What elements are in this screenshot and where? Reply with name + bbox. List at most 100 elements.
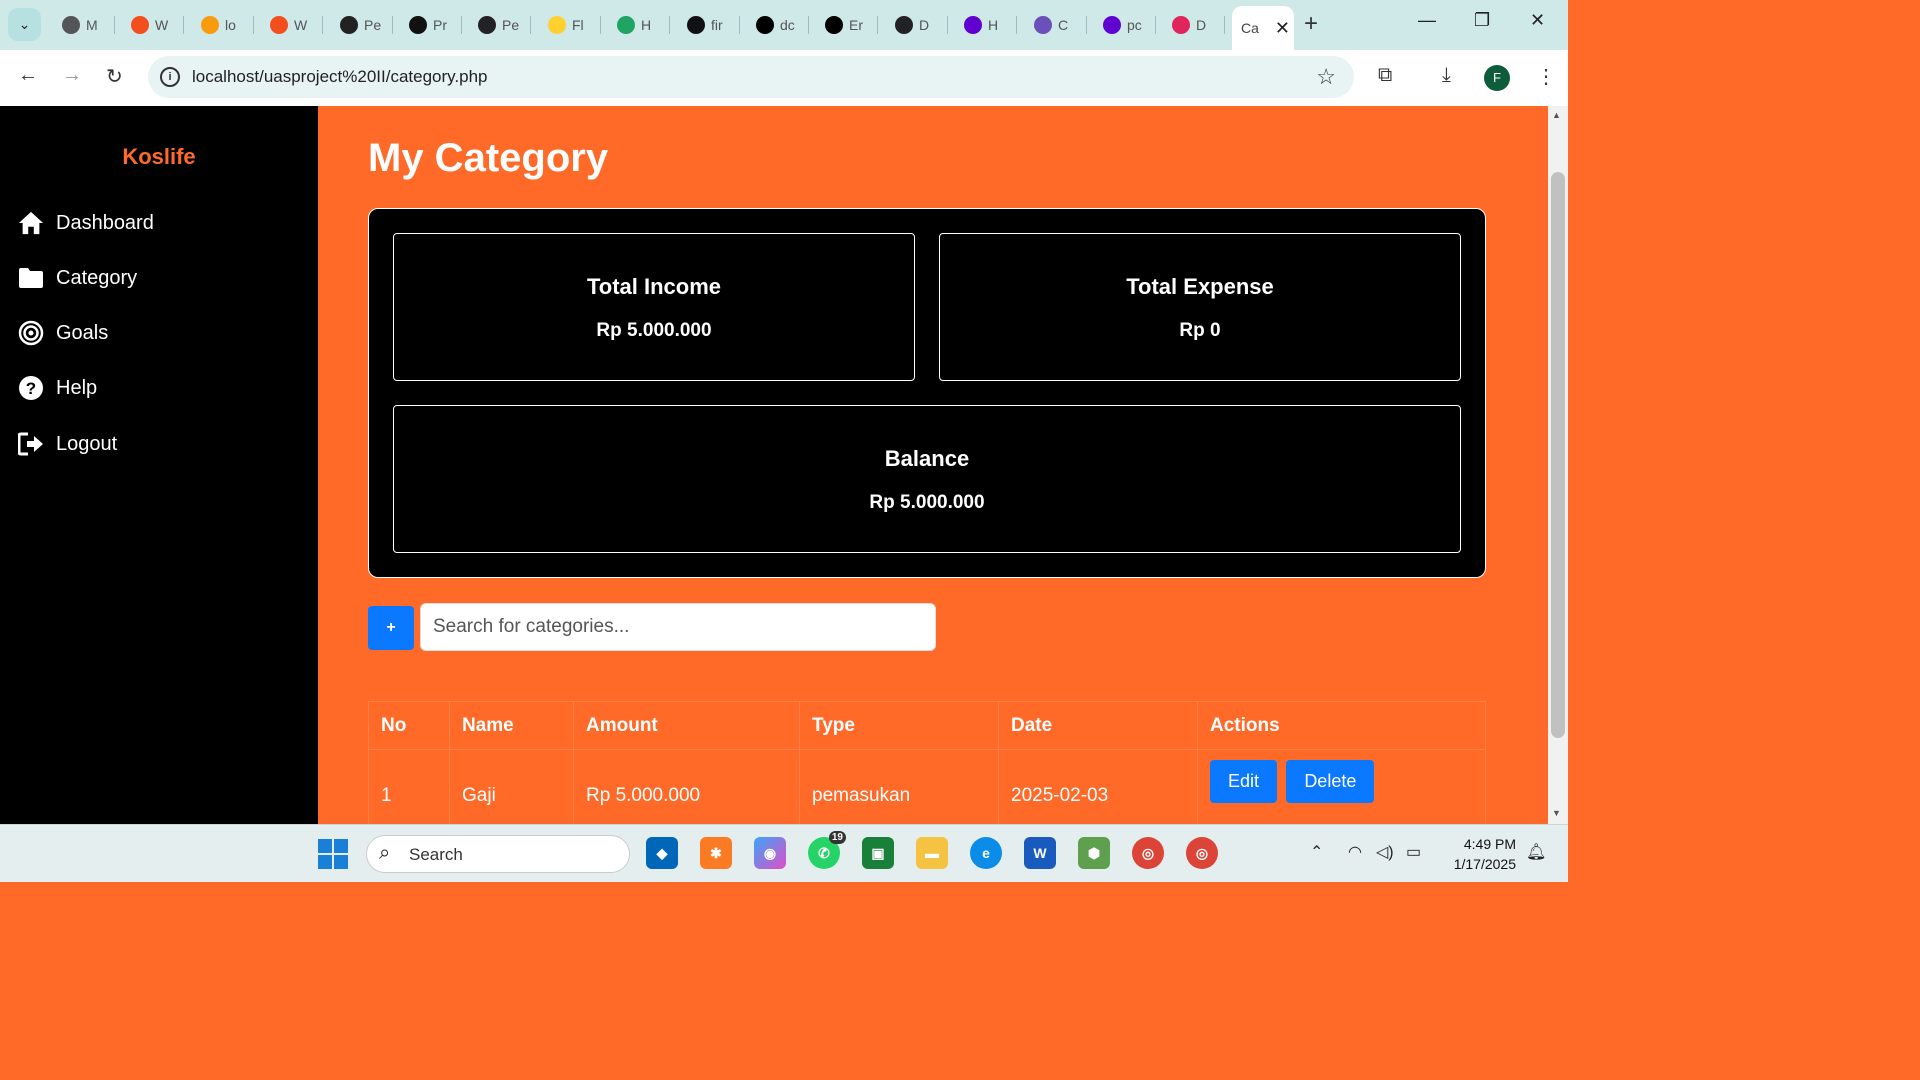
tab-search-button[interactable]: ⌄ [8, 8, 41, 41]
notification-bell-icon[interactable]: 🔔︎ [1526, 842, 1546, 862]
new-tab-button[interactable]: + [1304, 10, 1318, 38]
minimize-button[interactable]: — [1418, 10, 1436, 31]
extensions-icon[interactable]: ⧉ [1378, 64, 1392, 87]
edge-icon[interactable]: e [970, 837, 1002, 869]
sidebar-item-label: Help [56, 376, 98, 399]
classroom-icon[interactable]: ▣ [862, 837, 894, 869]
edit-button[interactable]: Edit [1210, 760, 1278, 803]
scroll-up-arrow-icon[interactable]: ▲ [1552, 110, 1561, 120]
browser-tab[interactable]: fir [677, 9, 723, 41]
tab-separator [669, 16, 670, 34]
taskbar-clock[interactable]: 4:49 PM 1/17/2025 [1440, 834, 1516, 874]
chrome-icon[interactable]: ◎ [1132, 837, 1164, 869]
tab-title: Pr [433, 17, 447, 33]
scroll-down-arrow-icon[interactable]: ▼ [1552, 808, 1561, 818]
active-tab-title: Ca [1241, 20, 1259, 36]
logout-icon [18, 431, 44, 457]
browser-tab[interactable]: pc [1093, 9, 1142, 41]
search-icon: ⌕ [379, 842, 391, 864]
address-bar[interactable]: i localhost/uasproject%20II/category.php… [148, 56, 1354, 98]
globe-icon [62, 16, 80, 34]
browser-tab[interactable]: D [1162, 9, 1206, 41]
tab-separator [530, 16, 531, 34]
close-window-button[interactable]: ✕ [1530, 10, 1545, 31]
menu-icon[interactable]: ⋮ [1536, 64, 1556, 89]
vscode-icon[interactable]: ◆ [646, 837, 678, 869]
tab-separator [253, 16, 254, 34]
xampp-icon[interactable]: ✱ [700, 837, 732, 869]
volume-icon[interactable]: ◁) [1376, 842, 1394, 862]
table-header-row: No Name Amount Type Date Actions [368, 701, 1486, 750]
tab-separator [1155, 16, 1156, 34]
tab-title: Er [849, 17, 863, 33]
clock-time: 4:49 PM [1463, 836, 1516, 852]
app-icon [1034, 16, 1052, 34]
windows-taskbar: ⌕ Search ◆ ✱ ◉ ✆ 19 ▣ ▬ e W ⬢ ◎ ◎ ⌃ ◠ ◁) … [0, 824, 1568, 882]
nodejs-icon[interactable]: ⬢ [1078, 837, 1110, 869]
cell-no: 1 [368, 749, 450, 824]
copilot-icon[interactable]: ◉ [754, 837, 786, 869]
sidebar-item-help[interactable]: ? Help [18, 375, 97, 401]
bookmark-star-icon[interactable]: ☆ [1316, 64, 1336, 90]
word-icon[interactable]: W [1024, 837, 1056, 869]
clock-date: 1/17/2025 [1453, 856, 1516, 872]
yahoo-icon [964, 16, 982, 34]
income-value: Rp 5.000.000 [596, 320, 712, 341]
download-icon[interactable]: ⤓ [1442, 64, 1451, 87]
notion-icon [409, 16, 427, 34]
tab-title: fir [711, 17, 723, 33]
delete-button[interactable]: Delete [1286, 760, 1375, 803]
codepen-icon [895, 16, 913, 34]
browser-tab[interactable]: dc [746, 9, 795, 41]
browser-tab[interactable]: W [260, 9, 307, 41]
whatsapp-icon[interactable]: ✆ 19 [808, 831, 846, 869]
taskbar-search[interactable]: ⌕ Search [366, 835, 630, 873]
taskbar-search-label: Search [409, 845, 463, 864]
page-scrollbar[interactable]: ▲ ▼ [1548, 106, 1568, 824]
profile-avatar[interactable]: F [1484, 65, 1510, 91]
sidebar-item-logout[interactable]: Logout [18, 431, 117, 457]
tab-separator [392, 16, 393, 34]
tab-title: Fl [572, 17, 584, 33]
browser-tab[interactable]: Fl [538, 9, 584, 41]
sidebar-item-category[interactable]: Category [18, 265, 137, 291]
site-info-icon[interactable]: i [160, 67, 180, 87]
browser-tab[interactable]: Pr [399, 9, 447, 41]
browser-tab[interactable]: Er [815, 9, 863, 41]
reload-button[interactable]: ↻ [106, 64, 123, 89]
chrome-profile-icon[interactable]: ◎ [1186, 837, 1218, 869]
back-button[interactable]: ← [18, 64, 38, 87]
browser-tab[interactable]: W [121, 9, 168, 41]
sidebar-item-dashboard[interactable]: Dashboard [18, 210, 154, 236]
start-button[interactable] [318, 839, 348, 869]
restore-button[interactable]: ❐ [1474, 10, 1490, 31]
browser-tab[interactable]: lo [191, 9, 236, 41]
browser-tab[interactable]: H [954, 9, 998, 41]
close-tab-icon[interactable]: ✕ [1275, 18, 1290, 39]
figma-icon [131, 16, 149, 34]
search-input[interactable] [420, 603, 936, 651]
browser-tab[interactable]: D [885, 9, 929, 41]
browser-tab[interactable]: H [607, 9, 651, 41]
tab-separator [877, 16, 878, 34]
forward-button[interactable]: → [62, 64, 82, 87]
browser-tab[interactable]: C [1024, 9, 1068, 41]
sidebar-item-label: Goals [56, 321, 109, 344]
svg-text:?: ? [26, 379, 36, 398]
browser-tab[interactable]: M [52, 9, 98, 41]
sidebar-item-goals[interactable]: Goals [18, 320, 108, 346]
wifi-icon[interactable]: ◠ [1348, 842, 1362, 862]
main-content: My Category Total Income Rp 5.000.000 To… [318, 106, 1548, 824]
url-text[interactable]: localhost/uasproject%20II/category.php [192, 67, 487, 87]
scrollbar-thumb[interactable] [1551, 172, 1565, 738]
show-hidden-icons[interactable]: ⌃ [1310, 842, 1323, 862]
add-category-button[interactable]: + [368, 606, 414, 650]
home-icon [18, 210, 44, 236]
brand-logo[interactable]: Koslife [0, 144, 318, 170]
browser-tab[interactable]: Pe [330, 9, 381, 41]
browser-tab-bar: ⌄ M Wlo W Pe Pr Pe Fl Hfir dc Er D H Cpc D Ca ✕ + — ❐… [0, 0, 1568, 50]
active-tab[interactable]: Ca ✕ [1232, 6, 1294, 50]
browser-tab[interactable]: Pe [468, 9, 519, 41]
battery-icon[interactable]: ▭ [1406, 842, 1421, 862]
file-explorer-icon[interactable]: ▬ [916, 837, 948, 869]
